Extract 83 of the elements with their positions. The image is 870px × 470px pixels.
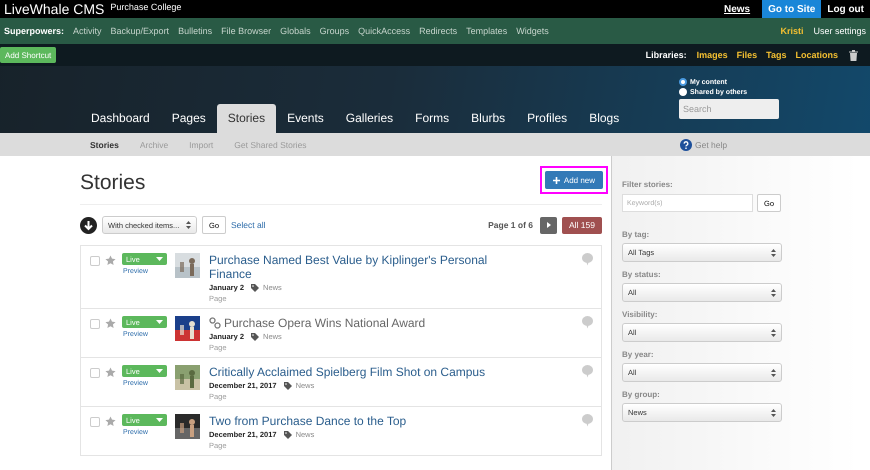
filter-label: Visibility: <box>622 310 658 319</box>
sort-arrows-icon <box>771 288 776 296</box>
user-name-link[interactable]: Kristi <box>780 26 804 36</box>
sort-arrows-icon <box>771 368 776 376</box>
subnav-link[interactable]: Stories <box>90 140 119 150</box>
story-title-link[interactable]: Two from Purchase Dance to the Top <box>209 414 406 428</box>
balloon-icon[interactable] <box>582 365 593 379</box>
library-link[interactable]: Images <box>696 50 728 60</box>
app-name: LiveWhale CMS <box>4 1 104 17</box>
help-icon[interactable] <box>680 138 692 150</box>
search-field[interactable]: Search <box>679 99 779 119</box>
next-page-button[interactable] <box>540 216 557 234</box>
filter-label: By tag: <box>622 230 650 239</box>
star-icon[interactable] <box>105 318 116 329</box>
superpower-link[interactable]: Groups <box>320 26 350 36</box>
library-link[interactable]: Locations <box>795 50 838 60</box>
caret-icon <box>156 320 163 324</box>
select-all-link[interactable]: Select all <box>231 220 266 230</box>
nav-tab[interactable]: Stories <box>216 104 276 133</box>
link-icon <box>209 317 221 329</box>
sort-arrows-icon <box>771 328 776 336</box>
filter-label: By status: <box>622 270 662 279</box>
superpower-link[interactable]: Templates <box>466 26 508 36</box>
plus-icon <box>552 176 560 184</box>
superpower-link[interactable]: Bulletins <box>178 26 212 36</box>
add-new-button[interactable]: Add new <box>544 171 603 189</box>
star-icon[interactable] <box>105 367 116 378</box>
superpower-link[interactable]: QuickAccess <box>358 26 410 36</box>
balloon-icon[interactable] <box>582 253 593 267</box>
trash-icon[interactable] <box>849 50 858 60</box>
page-indicator: Page 1 of 6 <box>488 220 533 230</box>
go-to-site-button[interactable]: Go to Site <box>762 0 822 18</box>
nav-tab[interactable]: Forms <box>404 104 460 133</box>
page-title: Stories <box>80 170 146 195</box>
libraries-label: Libraries: <box>646 50 687 60</box>
filter-label: By group: <box>622 390 661 399</box>
tag-icon <box>284 430 292 438</box>
nav-tab[interactable]: Galleries <box>334 104 404 133</box>
star-icon[interactable] <box>105 416 116 427</box>
tag-icon <box>251 284 260 292</box>
next-arrow-icon <box>546 222 550 228</box>
user-settings-link[interactable]: User settings <box>813 26 866 36</box>
news-link[interactable]: News <box>724 4 750 14</box>
nav-tab[interactable]: Blurbs <box>460 104 516 133</box>
tag-icon <box>251 332 260 340</box>
library-link[interactable]: Tags <box>766 50 786 60</box>
site-name: Purchase College <box>110 2 182 12</box>
filter-label: By year: <box>622 350 655 359</box>
sort-arrows-icon <box>186 221 191 229</box>
story-title-link[interactable]: Purchase Named Best Value by Kiplinger's Personal Finance <box>209 253 499 281</box>
checkbox[interactable] <box>90 417 100 427</box>
checkbox[interactable] <box>90 368 100 378</box>
sort-arrows-icon <box>771 408 776 416</box>
log-out-link[interactable]: Log out <box>827 4 864 14</box>
nav-tab[interactable]: Events <box>276 104 335 133</box>
nav-tab[interactable]: Blogs <box>578 104 630 133</box>
all-count-button[interactable]: All 159 <box>562 216 602 234</box>
checkbox[interactable] <box>90 319 100 329</box>
story-title-link[interactable]: Critically Acclaimed Spielberg Film Shot on Campus <box>209 365 486 379</box>
superpower-link[interactable]: Widgets <box>516 26 549 36</box>
nav-tab[interactable]: Profiles <box>516 104 578 133</box>
superpower-link[interactable]: Activity <box>73 26 102 36</box>
radio-button[interactable] <box>679 78 687 86</box>
superpower-link[interactable]: Redirects <box>419 26 458 36</box>
library-link[interactable]: Files <box>736 50 758 60</box>
superpower-link[interactable]: Backup/Export <box>110 26 170 36</box>
caret-icon <box>156 369 163 373</box>
caret-icon <box>156 418 163 422</box>
radio-button[interactable] <box>679 88 687 96</box>
superpower-link[interactable]: Globals <box>280 26 311 36</box>
star-icon[interactable] <box>105 255 116 266</box>
balloon-icon[interactable] <box>582 414 593 428</box>
superpowers-label: Superpowers: <box>4 26 64 36</box>
superpower-link[interactable]: File Browser <box>221 26 272 36</box>
tag-icon <box>284 382 292 390</box>
nav-tab[interactable]: Pages <box>160 104 217 133</box>
story-title-link[interactable]: Purchase Opera Wins National Award <box>224 316 426 330</box>
nav-tab[interactable]: Dashboard <box>80 104 161 133</box>
balloon-icon[interactable] <box>582 316 593 330</box>
caret-icon <box>156 257 163 261</box>
checkbox[interactable] <box>90 256 100 266</box>
sort-arrows-icon <box>771 248 776 256</box>
filter-label: Filter stories: <box>622 180 674 189</box>
